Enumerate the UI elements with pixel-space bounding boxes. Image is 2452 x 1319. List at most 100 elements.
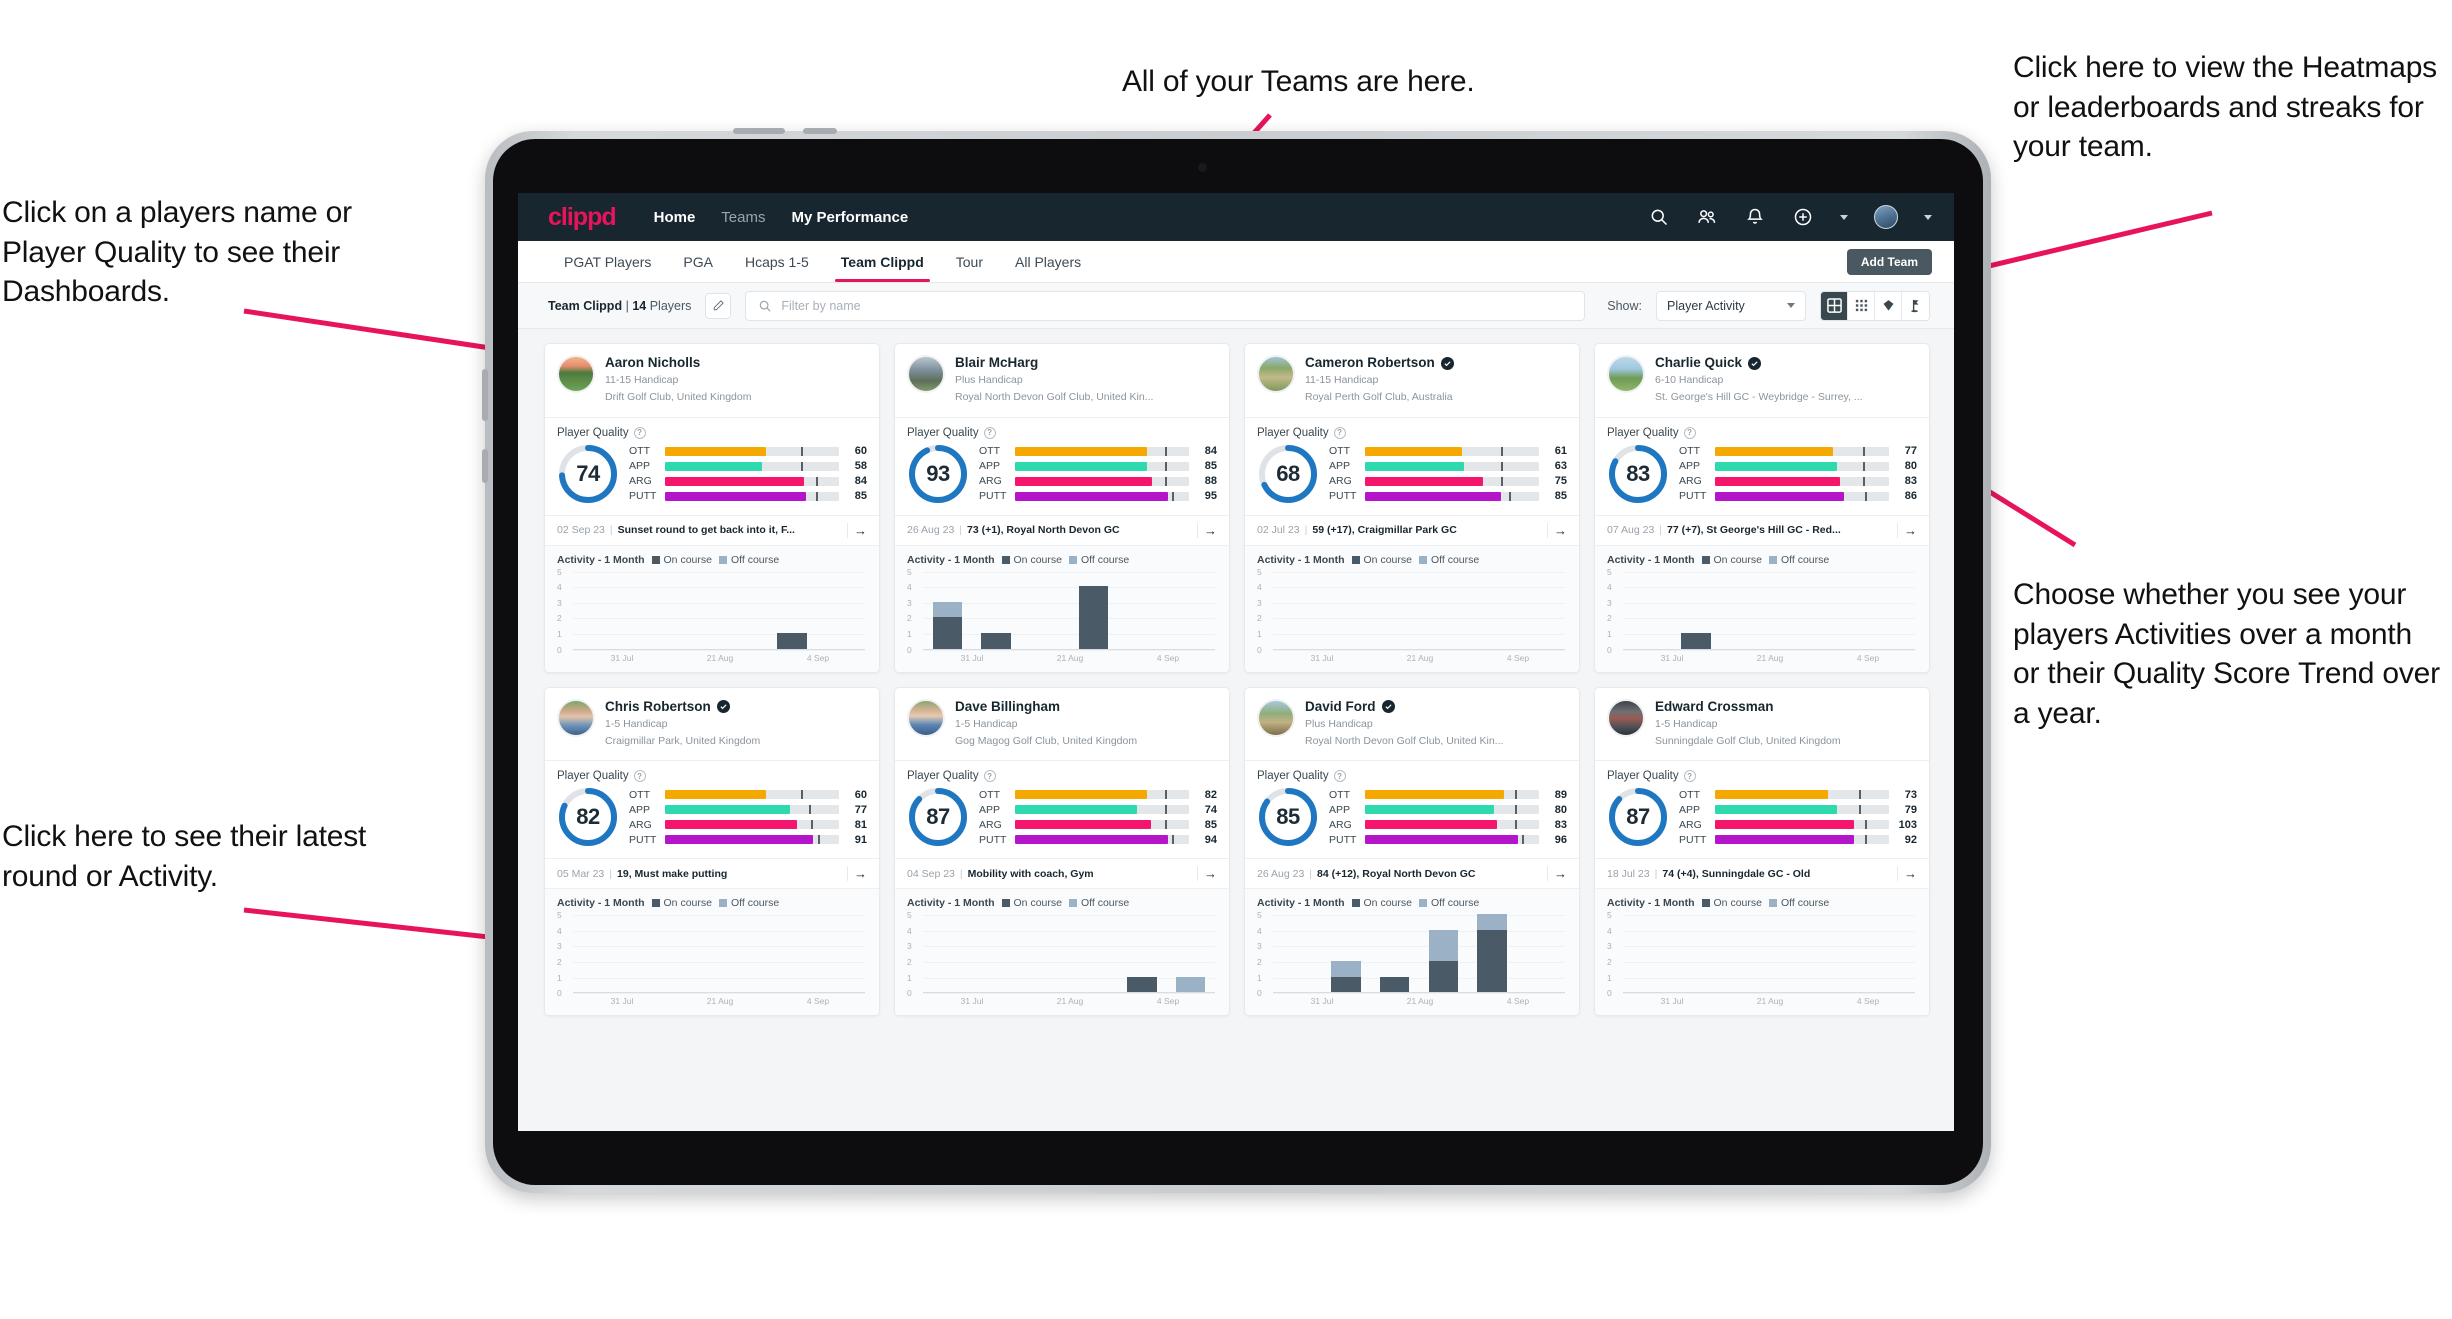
player-card[interactable]: Charlie Quick 6-10 Handicap St. George's H… <box>1594 343 1930 673</box>
player-club: Royal Perth Golf Club, Australia <box>1305 391 1453 404</box>
player-card[interactable]: Cameron Robertson 11-15 Handicap Royal Per… <box>1244 343 1580 673</box>
nav-link-my-performance[interactable]: My Performance <box>791 209 908 226</box>
player-name[interactable]: Chris Robertson <box>605 699 711 715</box>
bell-icon[interactable] <box>1744 206 1766 228</box>
chevron-down-icon-profile[interactable] <box>1924 214 1932 220</box>
search-input[interactable]: Filter by name <box>745 290 1586 321</box>
help-circle-icon[interactable]: ? <box>1683 770 1696 783</box>
show-select[interactable]: Player Activity <box>1656 290 1806 321</box>
player-card-grid: Aaron Nicholls 11-15 Handicap Drift Golf C… <box>518 329 1954 1017</box>
nav-link-teams[interactable]: Teams <box>721 209 765 226</box>
avatar[interactable] <box>1874 205 1898 229</box>
metric-value: 95 <box>1204 490 1217 503</box>
nav-link-home[interactable]: Home <box>654 209 696 226</box>
player-name[interactable]: David Ford <box>1305 699 1376 715</box>
player-name[interactable]: Cameron Robertson <box>1305 355 1435 371</box>
tab-pga[interactable]: PGA <box>667 241 729 282</box>
help-circle-icon[interactable]: ? <box>1333 770 1346 783</box>
leaderboard-flag-view-icon[interactable] <box>1902 291 1929 320</box>
y-axis-tick: 5 <box>1607 566 1612 577</box>
latest-round-row[interactable]: 02 Jul 23 | 59 (+17), Craigmillar Park GC → <box>1245 514 1579 546</box>
player-card[interactable]: Blair McHarg Plus Handicap Royal North Dev… <box>894 343 1230 673</box>
arrow-right-icon[interactable]: → <box>1897 522 1917 538</box>
add-team-button[interactable]: Add Team <box>1846 249 1932 275</box>
skill-metrics: OTT 60 APP 58 ARG 84 PUTT 85 <box>629 445 867 502</box>
player-card-header[interactable]: Aaron Nicholls 11-15 Handicap Drift Golf C… <box>545 344 879 417</box>
player-card-header[interactable]: Charlie Quick 6-10 Handicap St. George's H… <box>1595 344 1929 417</box>
player-card[interactable]: Edward Crossman 1-5 Handicap Sunningdale G… <box>1594 686 1930 1017</box>
gridline <box>573 649 865 651</box>
help-circle-icon[interactable]: ? <box>1333 426 1346 439</box>
help-circle-icon[interactable]: ? <box>983 770 996 783</box>
arrow-right-icon[interactable]: → <box>847 522 867 538</box>
player-quality-section[interactable]: Player Quality? 74 OTT 60 APP 58 ARG 84 PUTT 85 <box>545 418 879 515</box>
player-name[interactable]: Edward Crossman <box>1655 699 1774 715</box>
metric-label: ARG <box>979 818 1002 831</box>
player-quality-label: Player Quality <box>1257 770 1329 783</box>
grid-view-icon[interactable] <box>1821 291 1848 320</box>
player-card-header[interactable]: Chris Robertson 1-5 Handicap Craigmillar P… <box>545 688 879 761</box>
dense-grid-view-icon[interactable] <box>1848 291 1875 320</box>
player-quality-section[interactable]: Player Quality? 68 OTT 61 APP 63 ARG 75 PUTT 85 <box>1245 418 1579 515</box>
player-quality-section[interactable]: Player Quality? 87 OTT 82 APP 74 ARG 85 PUTT 94 <box>895 761 1229 858</box>
pencil-icon[interactable] <box>705 292 732 319</box>
help-circle-icon[interactable]: ? <box>983 426 996 439</box>
legend-swatch-on <box>1701 899 1710 908</box>
player-name[interactable]: Charlie Quick <box>1655 355 1742 371</box>
metric-value: 84 <box>1204 445 1217 458</box>
player-card-header[interactable]: Edward Crossman 1-5 Handicap Sunningdale G… <box>1595 688 1929 761</box>
chart-bar <box>1477 914 1507 993</box>
arrow-right-icon[interactable]: → <box>847 866 867 882</box>
y-axis-tick: 0 <box>907 644 912 655</box>
tab-tour[interactable]: Tour <box>940 241 999 282</box>
help-circle-icon[interactable]: ? <box>633 770 646 783</box>
player-name[interactable]: Blair McHarg <box>955 355 1038 371</box>
player-card[interactable]: Dave Billingham 1-5 Handicap Gog Magog Gol… <box>894 686 1230 1017</box>
player-card[interactable]: David Ford Plus Handicap Royal North Devon… <box>1244 686 1580 1017</box>
player-quality-section[interactable]: Player Quality? 83 OTT 77 APP 80 ARG 83 PUTT 86 <box>1595 418 1929 515</box>
player-card[interactable]: Aaron Nicholls 11-15 Handicap Drift Golf C… <box>544 343 880 673</box>
arrow-right-icon[interactable]: → <box>1197 522 1217 538</box>
heatmap-view-icon[interactable] <box>1875 291 1902 320</box>
arrow-right-icon[interactable]: → <box>1547 866 1567 882</box>
help-circle-icon[interactable]: ? <box>633 426 646 439</box>
latest-round-row[interactable]: 02 Sep 23 | Sunset round to get back into … <box>545 514 879 546</box>
player-card-header[interactable]: Blair McHarg Plus Handicap Royal North Dev… <box>895 344 1229 417</box>
x-axis-tick: 4 Sep <box>806 652 830 663</box>
arrow-right-icon[interactable]: → <box>1197 866 1217 882</box>
player-card[interactable]: Chris Robertson 1-5 Handicap Craigmillar P… <box>544 686 880 1017</box>
latest-round-row[interactable]: 18 Jul 23 | 74 (+4), Sunningdale GC - Old → <box>1595 858 1929 890</box>
people-icon[interactable] <box>1696 206 1718 228</box>
activity-chart-header: Activity - 1 Month On course Off course <box>1607 897 1917 909</box>
player-quality-section[interactable]: Player Quality? 87 OTT 73 APP 79 ARG 103 PUTT 92 <box>1595 761 1929 858</box>
player-card-header[interactable]: Dave Billingham 1-5 Handicap Gog Magog Gol… <box>895 688 1229 761</box>
player-quality-section[interactable]: Player Quality? 85 OTT 89 APP 80 ARG 83 PUTT 96 <box>1245 761 1579 858</box>
latest-round-row[interactable]: 26 Aug 23 | 84 (+12), Royal North Devon GC… <box>1245 858 1579 890</box>
player-quality-section[interactable]: Player Quality? 82 OTT 60 APP 77 ARG 81 PUTT 91 <box>545 761 879 858</box>
latest-round-row[interactable]: 05 Mar 23 | 19, Must make putting → <box>545 858 879 890</box>
tab-pgat-players[interactable]: PGAT Players <box>548 241 667 282</box>
tab-all-players[interactable]: All Players <box>999 241 1097 282</box>
tab-hcaps-1-5[interactable]: Hcaps 1-5 <box>729 241 825 282</box>
player-quality-section[interactable]: Player Quality? 93 OTT 84 APP 85 ARG 88 PUTT 95 <box>895 418 1229 515</box>
player-name[interactable]: Dave Billingham <box>955 699 1060 715</box>
add-circle-icon[interactable] <box>1792 206 1814 228</box>
x-axis-tick: 21 Aug <box>1406 652 1434 663</box>
arrow-right-icon[interactable]: → <box>1547 522 1567 538</box>
player-card-header[interactable]: David Ford Plus Handicap Royal North Devon… <box>1245 688 1579 761</box>
player-card-header[interactable]: Cameron Robertson 11-15 Handicap Royal Per… <box>1245 344 1579 417</box>
latest-round-row[interactable]: 07 Aug 23 | 77 (+7), St George's Hill GC -… <box>1595 514 1929 546</box>
latest-round-separator: | <box>609 524 613 537</box>
latest-round-row[interactable]: 04 Sep 23 | Mobility with coach, Gym → <box>895 858 1229 890</box>
arrow-right-icon[interactable]: → <box>1897 866 1917 882</box>
tab-team-clippd[interactable]: Team Clippd <box>825 241 940 282</box>
metric-bar <box>1715 790 1889 800</box>
search-icon[interactable] <box>1648 206 1670 228</box>
latest-round-row[interactable]: 26 Aug 23 | 73 (+1), Royal North Devon GC → <box>895 514 1229 546</box>
metric-value: 61 <box>1554 445 1567 458</box>
help-circle-icon[interactable]: ? <box>1683 426 1696 439</box>
chart-bars <box>923 915 1215 993</box>
chevron-down-icon-add[interactable] <box>1840 214 1848 220</box>
player-name[interactable]: Aaron Nicholls <box>605 355 700 371</box>
clippd-logo[interactable]: clippd <box>548 203 617 232</box>
